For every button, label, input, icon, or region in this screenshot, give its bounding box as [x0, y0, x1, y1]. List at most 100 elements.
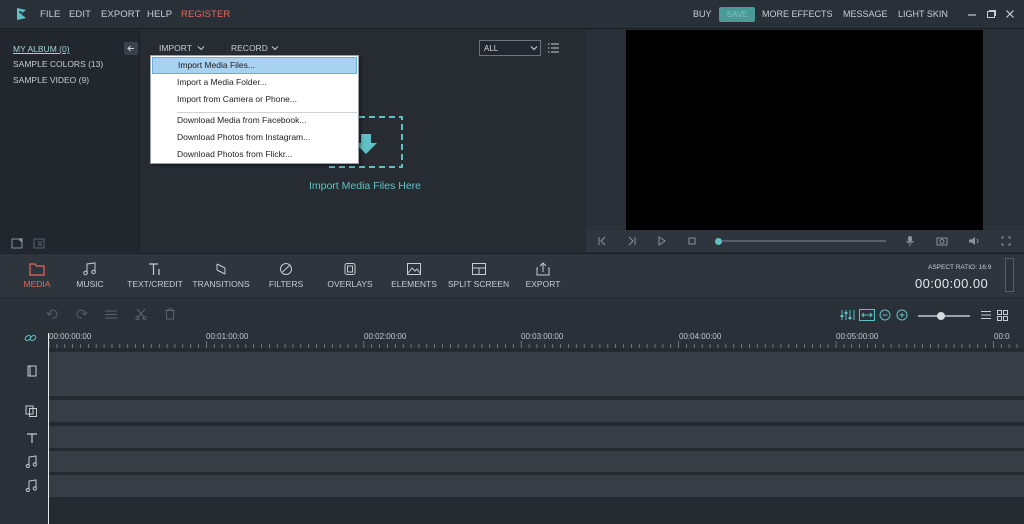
list-view-icon[interactable]: [547, 42, 560, 54]
tool-text-credit[interactable]: TEXT/CREDIT: [126, 262, 184, 289]
ruler-label: 00:04:00:00: [679, 332, 722, 341]
music-icon: [82, 262, 98, 276]
tool-split-screen-label: SPLIT SCREEN: [447, 279, 510, 289]
play-icon[interactable]: [657, 236, 667, 246]
menu-download-flickr[interactable]: Download Photos from Flickr...: [151, 146, 358, 163]
cut-icon[interactable]: [134, 308, 148, 320]
tool-filters[interactable]: FILTERS: [264, 262, 308, 289]
tool-overlays[interactable]: OVERLAYS: [324, 262, 376, 289]
stop-icon[interactable]: [687, 236, 697, 246]
redo-icon[interactable]: [74, 308, 88, 320]
menu-edit[interactable]: EDIT: [69, 9, 91, 20]
track-manager-icon[interactable]: [980, 310, 992, 320]
album-my-album[interactable]: MY ALBUM (0): [13, 44, 70, 54]
adjust-icon[interactable]: [104, 309, 118, 320]
buy-link[interactable]: BUY: [693, 9, 712, 19]
zoom-slider-knob[interactable]: [937, 312, 945, 320]
text-track-icon: [26, 432, 38, 444]
light-skin-link[interactable]: LIGHT SKIN: [898, 9, 948, 19]
playback-progress-track[interactable]: [718, 240, 886, 242]
elements-icon: [406, 262, 422, 276]
zoom-in-icon[interactable]: [896, 309, 908, 321]
ruler-ticks: [49, 341, 1018, 348]
tool-elements-label: ELEMENTS: [391, 279, 437, 289]
menu-import-media-files[interactable]: Import Media Files...: [152, 57, 357, 74]
pip-track-icon: [25, 405, 38, 417]
current-timecode: 00:00:00.00: [915, 276, 989, 291]
panel-scrollbar[interactable]: [1005, 258, 1016, 293]
tool-media-label: MEDIA: [23, 279, 51, 289]
split-screen-icon: [471, 262, 487, 276]
menu-help[interactable]: HELP: [147, 9, 172, 20]
ruler-label: 00:0: [994, 332, 1010, 341]
ruler-label: 00:01:00:00: [206, 332, 249, 341]
import-dropdown-menu: Import Media Files... Import a Media Fol…: [150, 55, 359, 164]
collapse-panel-button[interactable]: [124, 42, 138, 55]
menu-download-instagram[interactable]: Download Photos from Instagram...: [151, 129, 358, 146]
track-headers: [0, 348, 48, 524]
skip-forward-icon[interactable]: [627, 236, 637, 246]
tool-split-screen[interactable]: SPLIT SCREEN: [447, 262, 510, 289]
pip-track[interactable]: [49, 400, 1024, 422]
tool-text-credit-label: TEXT/CREDIT: [127, 279, 183, 289]
add-album-icon[interactable]: [11, 237, 25, 249]
timeline-playhead[interactable]: [48, 333, 49, 524]
text-icon: [147, 262, 163, 276]
aspect-ratio-label: ASPECT RATIO: 16:9: [928, 264, 992, 271]
text-track[interactable]: [49, 426, 1024, 448]
link-icon[interactable]: [24, 332, 38, 344]
menu-export[interactable]: EXPORT: [101, 9, 141, 20]
tool-export-label: EXPORT: [525, 279, 561, 289]
album-sample-colors[interactable]: SAMPLE COLORS (13): [13, 59, 103, 69]
album-sample-video[interactable]: SAMPLE VIDEO (9): [13, 75, 89, 85]
close-icon[interactable]: [1004, 8, 1016, 20]
import-button[interactable]: IMPORT: [159, 43, 192, 53]
audio-mixer-icon[interactable]: [840, 309, 856, 321]
menu-import-media-folder[interactable]: Import a Media Folder...: [151, 74, 358, 91]
tool-transitions-label: TRANSITIONS: [192, 279, 250, 289]
volume-icon[interactable]: [968, 236, 979, 246]
more-effects-link[interactable]: MORE EFFECTS: [762, 9, 833, 19]
fullscreen-icon[interactable]: [1001, 236, 1011, 246]
export-icon: [535, 262, 551, 276]
minimize-icon[interactable]: [966, 8, 978, 20]
tool-filters-label: FILTERS: [268, 279, 304, 289]
music-track-2-icon: [25, 479, 38, 492]
tool-music[interactable]: MUSIC: [67, 262, 113, 289]
tool-elements[interactable]: ELEMENTS: [389, 262, 439, 289]
skip-back-icon[interactable]: [597, 236, 607, 246]
menu-download-facebook[interactable]: Download Media from Facebook...: [151, 112, 358, 129]
tool-overlays-label: OVERLAYS: [327, 279, 373, 289]
music-track[interactable]: [49, 451, 1024, 472]
ruler-label: 00:03:00:00: [521, 332, 564, 341]
menu-import-from-camera[interactable]: Import from Camera or Phone...: [151, 91, 358, 108]
save-button[interactable]: SAVE: [719, 7, 755, 22]
tool-media[interactable]: MEDIA: [14, 262, 60, 289]
music-track-2[interactable]: [49, 475, 1024, 497]
menu-register[interactable]: REGISTER: [181, 9, 230, 20]
tool-transitions[interactable]: TRANSITIONS: [190, 262, 252, 289]
delete-icon[interactable]: [164, 308, 176, 320]
fit-timeline-icon[interactable]: [859, 309, 875, 321]
video-track[interactable]: [49, 352, 1024, 396]
zoom-out-icon[interactable]: [879, 309, 891, 321]
drop-caption: Import Media Files Here: [308, 180, 422, 192]
microphone-icon[interactable]: [905, 235, 915, 246]
tool-export[interactable]: EXPORT: [522, 262, 564, 289]
maximize-icon[interactable]: [985, 8, 997, 20]
overlays-icon: [342, 262, 358, 276]
grid-view-icon[interactable]: [997, 310, 1008, 321]
undo-icon[interactable]: [46, 308, 60, 320]
tool-music-label: MUSIC: [76, 279, 104, 289]
menu-file[interactable]: FILE: [40, 9, 60, 20]
preview-screen: [626, 30, 983, 230]
record-button[interactable]: RECORD: [231, 43, 268, 53]
message-link[interactable]: MESSAGE: [843, 9, 888, 19]
playback-progress-knob[interactable]: [715, 238, 722, 245]
delete-album-icon[interactable]: [33, 237, 47, 249]
media-filter-value: ALL: [484, 44, 499, 53]
ruler-label: 00:05:00:00: [836, 332, 879, 341]
filters-icon: [278, 262, 294, 276]
snapshot-icon[interactable]: [936, 236, 948, 246]
folder-icon: [29, 262, 45, 276]
